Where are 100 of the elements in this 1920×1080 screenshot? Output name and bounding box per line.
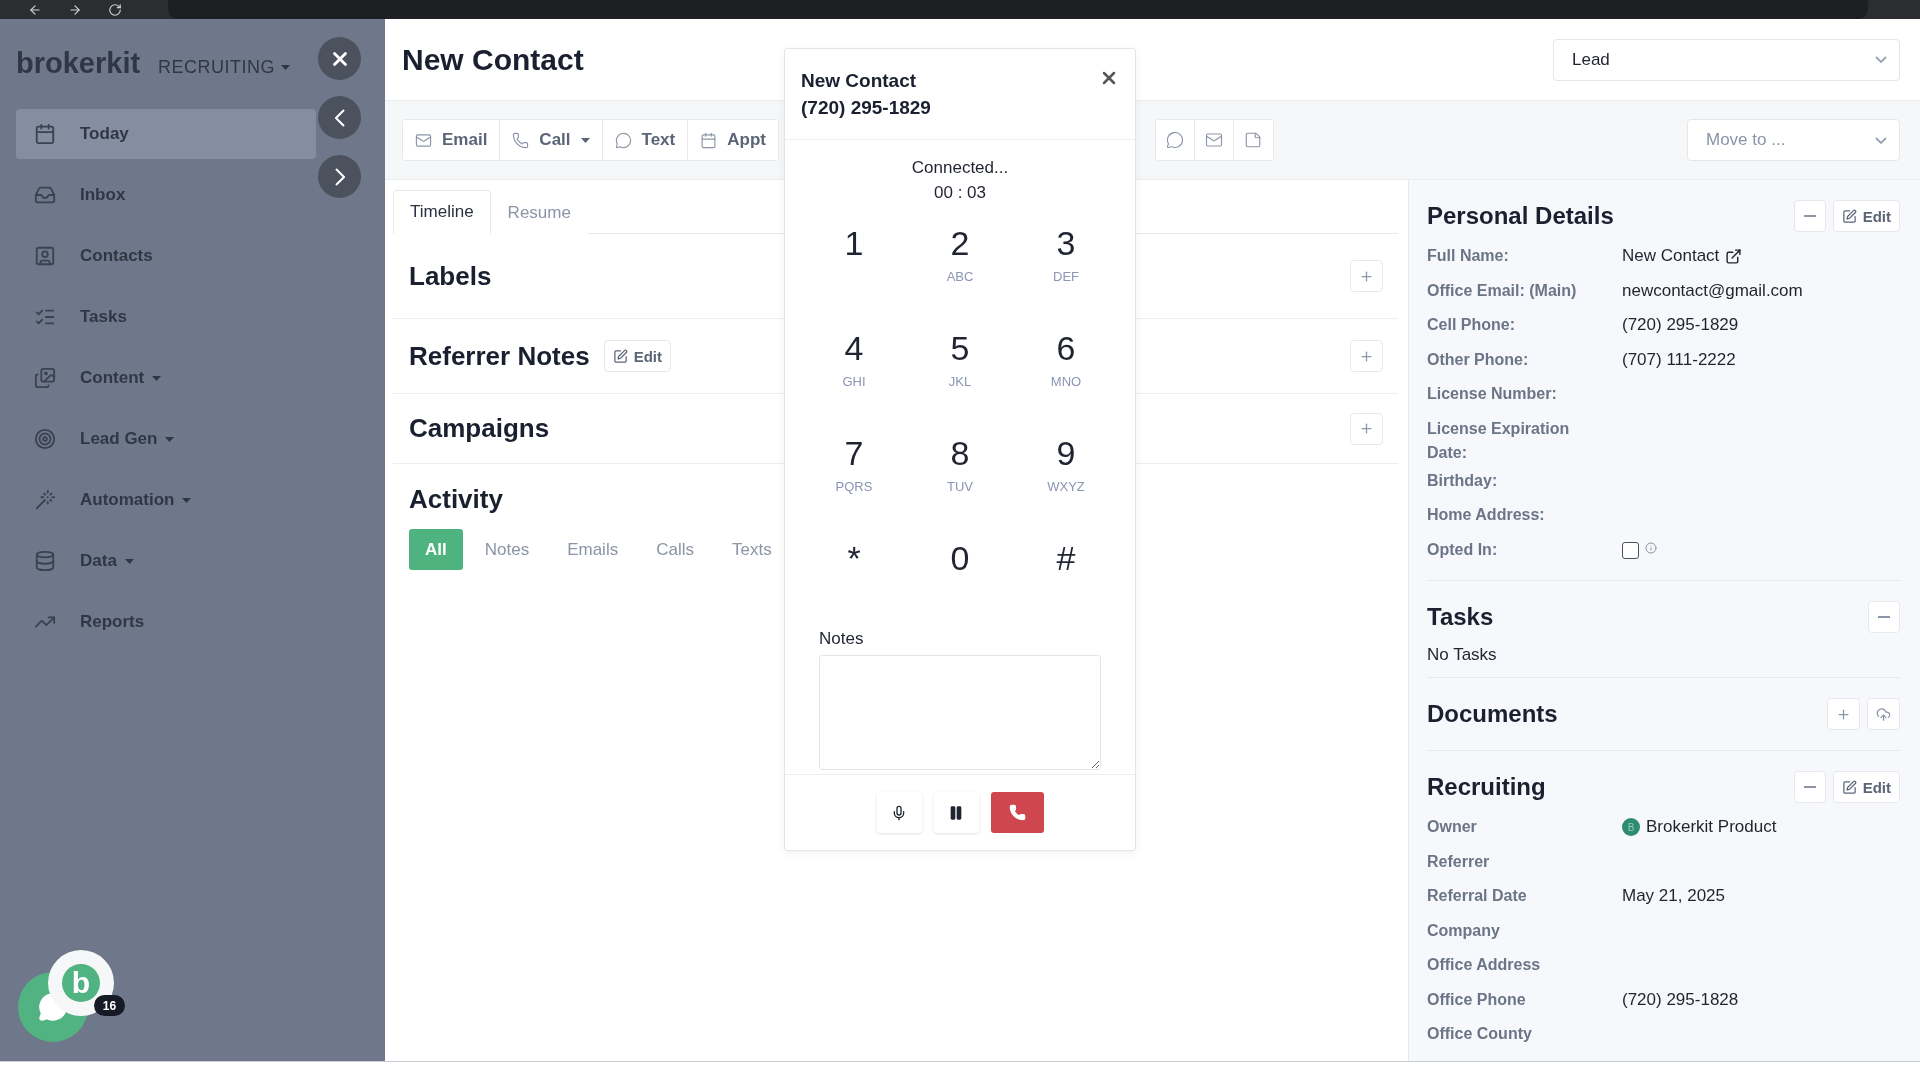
- chevron-left-icon: [334, 108, 345, 127]
- field-label: Referral Date: [1427, 886, 1528, 906]
- minus-icon: [1803, 786, 1816, 788]
- dial-key[interactable]: 0: [907, 536, 1013, 623]
- collapse-button[interactable]: [1793, 771, 1826, 803]
- field-label: Cell Phone:: [1427, 315, 1516, 335]
- speech-bubble-icon: [1165, 131, 1184, 149]
- back-icon[interactable]: [28, 2, 42, 17]
- external-link-icon: [1725, 247, 1743, 265]
- dial-key[interactable]: 7 PQRS: [801, 431, 907, 518]
- field-value: Brokerkit Product: [1646, 816, 1777, 838]
- dial-key[interactable]: 8 TUV: [907, 431, 1013, 518]
- field-label: Opted In:: [1427, 539, 1499, 560]
- plus-icon: [1359, 268, 1374, 284]
- card-title: Recruiting: [1427, 773, 1546, 801]
- contact-card-icon: [34, 245, 56, 267]
- minus-icon: [1803, 215, 1816, 217]
- field-label: Office Email: (Main): [1427, 280, 1578, 301]
- sidebar-item[interactable]: Today: [16, 109, 316, 159]
- field-label: Full Name:: [1427, 246, 1510, 266]
- edit-button[interactable]: Edit: [603, 340, 671, 372]
- filter-tab[interactable]: Emails: [551, 529, 635, 570]
- envelope-icon: [1204, 131, 1223, 149]
- owner-avatar: B: [1622, 818, 1640, 836]
- upload-icon: [1876, 706, 1891, 722]
- notes-field[interactable]: [819, 655, 1101, 770]
- phone-icon: [512, 131, 530, 149]
- collapse-button[interactable]: [1868, 601, 1900, 633]
- dial-key[interactable]: 9 WXYZ: [1013, 431, 1119, 518]
- database-icon: [34, 550, 56, 572]
- forward-icon[interactable]: [68, 2, 82, 17]
- field-label: License Number:: [1427, 384, 1558, 404]
- chevron-right-icon: [334, 167, 345, 186]
- action-button[interactable]: Email: [403, 120, 501, 160]
- caret-icon: [165, 436, 175, 442]
- reload-icon[interactable]: [108, 2, 122, 17]
- card-title: Personal Details: [1427, 202, 1614, 230]
- plus-icon: [1836, 706, 1851, 722]
- edit-icon: [1841, 779, 1857, 795]
- filter-tab[interactable]: Texts: [715, 529, 788, 570]
- hang-up-button[interactable]: [990, 792, 1044, 833]
- dial-key[interactable]: *: [801, 536, 907, 623]
- note-icon: [1244, 131, 1263, 149]
- dial-key[interactable]: 3 DEF: [1013, 221, 1119, 308]
- notes-label: Notes: [819, 629, 865, 649]
- move-to-select[interactable]: Move to ...: [1687, 119, 1900, 161]
- hold-button[interactable]: [933, 792, 979, 833]
- section-title: Campaigns: [409, 413, 550, 444]
- section-title: Labels: [409, 260, 492, 292]
- calendar-icon: [700, 131, 718, 149]
- filter-tab[interactable]: Calls: [640, 529, 710, 570]
- envelope-icon: [415, 131, 432, 149]
- call-timer: 00 : 03: [933, 182, 987, 204]
- caret-icon: [182, 497, 192, 503]
- plus-icon: [1359, 348, 1374, 364]
- field-label: Office Phone: [1427, 989, 1527, 1010]
- minus-icon: [1878, 616, 1890, 618]
- field-value: newcontact@gmail.com: [1622, 279, 1803, 302]
- empty-message: No Tasks: [1427, 645, 1498, 665]
- caret-icon: [281, 65, 291, 70]
- field-value: (720) 295-1829: [1622, 314, 1739, 336]
- contact-name-link[interactable]: New Contact: [1622, 244, 1743, 268]
- chevron-down-icon: [1875, 56, 1887, 63]
- field-label: Office County: [1427, 1024, 1533, 1044]
- info-icon: [1645, 542, 1657, 554]
- inbox-icon: [34, 184, 56, 206]
- mute-button[interactable]: [876, 792, 922, 833]
- edit-icon: [612, 348, 628, 364]
- stage-select[interactable]: Lead: [1553, 38, 1900, 81]
- field-value: May 21, 2025: [1622, 885, 1725, 907]
- caller-name: New Contact: [801, 69, 918, 93]
- field-value: (720) 295-1828: [1622, 988, 1739, 1011]
- magic-wand-icon: [34, 489, 56, 511]
- dial-key[interactable]: #: [1013, 536, 1119, 623]
- collapse-button[interactable]: [1793, 200, 1826, 232]
- filter-tab[interactable]: Notes: [468, 529, 546, 570]
- edit-button[interactable]: Edit: [1832, 771, 1900, 803]
- caret-icon: [580, 137, 590, 143]
- section-title: Activity: [409, 484, 503, 515]
- contact-title: New Contact: [402, 42, 584, 77]
- field-label: Owner: [1427, 817, 1478, 837]
- call-status: Connected...: [910, 157, 1010, 179]
- dial-key[interactable]: 6 MNO: [1013, 326, 1119, 413]
- upload-button[interactable]: [1867, 698, 1900, 730]
- tab[interactable]: Timeline: [393, 190, 491, 234]
- dial-key[interactable]: 2 ABC: [907, 221, 1013, 308]
- edit-button[interactable]: Edit: [1832, 200, 1900, 232]
- dial-key[interactable]: 5 JKL: [907, 326, 1013, 413]
- field-label: License Expiration Date:: [1427, 418, 1571, 463]
- field-label: Home Address:: [1427, 505, 1546, 525]
- dial-key[interactable]: 1: [801, 221, 907, 308]
- pause-icon: [948, 804, 964, 821]
- field-label: Other Phone:: [1427, 349, 1530, 370]
- caller-number: (720) 295-1829: [801, 96, 931, 120]
- section-title: Referrer Notes: [409, 340, 590, 372]
- comment-button[interactable]: [1155, 120, 1195, 160]
- phone-icon: [1008, 804, 1026, 821]
- dial-key[interactable]: 4 GHI: [801, 326, 907, 413]
- opt-in-checkbox[interactable]: [1622, 541, 1639, 559]
- edit-icon: [1841, 208, 1857, 224]
